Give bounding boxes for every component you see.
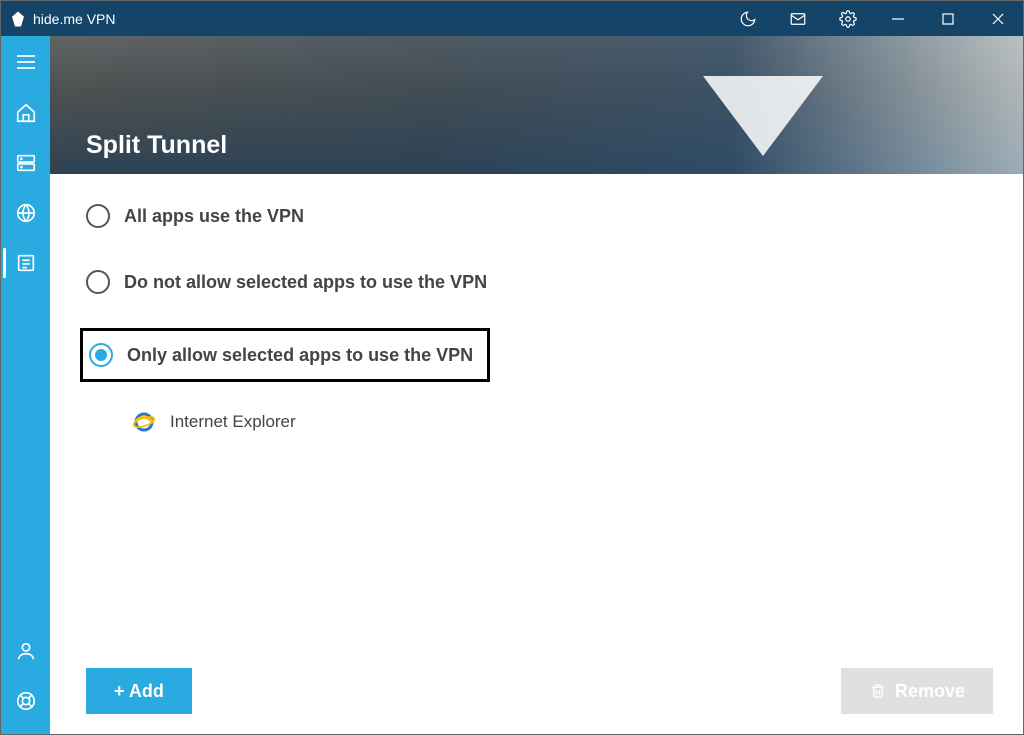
radio-icon (89, 343, 113, 367)
sidebar-item-servers[interactable] (1, 138, 50, 188)
home-icon (15, 102, 37, 124)
footer-actions: + Add Remove (86, 638, 993, 714)
maximize-button[interactable] (923, 1, 973, 36)
radio-label: Do not allow selected apps to use the VP… (124, 272, 487, 293)
dark-mode-button[interactable] (723, 1, 773, 36)
titlebar-actions (723, 1, 1023, 36)
moon-icon (739, 10, 757, 28)
titlebar: hide.me VPN (1, 1, 1023, 36)
app-logo-icon (9, 10, 27, 28)
split-tunnel-icon (15, 252, 37, 274)
maximize-icon (941, 12, 955, 26)
radio-icon (86, 204, 110, 228)
page-title: Split Tunnel (86, 131, 227, 160)
trash-icon (869, 682, 887, 700)
sidebar (1, 36, 50, 734)
radio-icon (86, 270, 110, 294)
remove-label: Remove (895, 681, 965, 702)
inbox-button[interactable] (773, 1, 823, 36)
server-icon (15, 152, 37, 174)
user-icon (15, 640, 37, 662)
sidebar-menu-button[interactable] (1, 36, 50, 88)
main-panel: Split Tunnel All apps use the VPN Do not… (50, 36, 1023, 734)
radio-label: Only allow selected apps to use the VPN (127, 345, 473, 366)
minimize-button[interactable] (873, 1, 923, 36)
globe-icon (15, 202, 37, 224)
radio-all-apps[interactable]: All apps use the VPN (86, 192, 993, 240)
sidebar-item-home[interactable] (1, 88, 50, 138)
app-body: Split Tunnel All apps use the VPN Do not… (1, 36, 1023, 734)
mail-icon (789, 10, 807, 28)
selected-apps-list: Internet Explorer (132, 410, 993, 434)
close-button[interactable] (973, 1, 1023, 36)
window-title: hide.me VPN (33, 11, 723, 27)
gear-icon (839, 10, 857, 28)
add-button[interactable]: + Add (86, 668, 192, 714)
sidebar-item-account[interactable] (1, 626, 50, 676)
list-item[interactable]: Internet Explorer (132, 410, 993, 434)
app-name: Internet Explorer (170, 412, 296, 432)
sidebar-item-split-tunnel[interactable] (1, 238, 50, 288)
page-hero: Split Tunnel (50, 36, 1023, 174)
lifebuoy-icon (15, 690, 37, 712)
minimize-icon (891, 12, 905, 26)
internet-explorer-icon (132, 410, 156, 434)
hamburger-icon (14, 50, 38, 74)
settings-button[interactable] (823, 1, 873, 36)
close-icon (991, 12, 1005, 26)
radio-deny-selected[interactable]: Do not allow selected apps to use the VP… (86, 258, 993, 306)
sidebar-item-globe[interactable] (1, 188, 50, 238)
radio-allow-selected[interactable]: Only allow selected apps to use the VPN (80, 328, 490, 382)
radio-label: All apps use the VPN (124, 206, 304, 227)
sidebar-item-help[interactable] (1, 676, 50, 726)
content-area: All apps use the VPN Do not allow select… (50, 174, 1023, 734)
remove-button[interactable]: Remove (841, 668, 993, 714)
